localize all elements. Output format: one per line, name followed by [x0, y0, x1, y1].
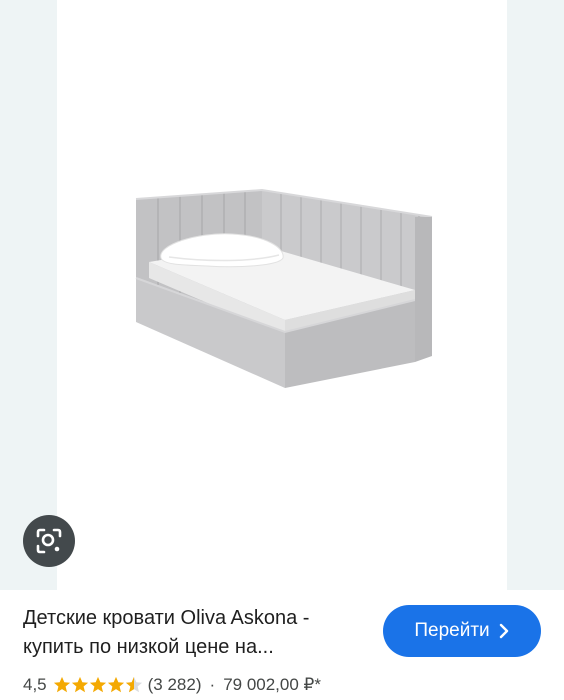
product-title[interactable]: Детские кровати Oliva Askona - купить по…: [23, 604, 368, 662]
lens-search-icon: [36, 528, 62, 554]
star-icon: [71, 676, 88, 693]
bed-illustration: [135, 188, 433, 388]
half-star-icon: [125, 676, 142, 693]
price: 79 002,00 ₽*: [223, 675, 321, 694]
star-rating: [53, 676, 143, 694]
star-icon: [53, 676, 70, 693]
image-preview-area: [0, 0, 564, 590]
go-button-label: Перейти: [414, 620, 490, 641]
lens-button[interactable]: [23, 515, 75, 567]
rating-value: 4,5: [23, 675, 47, 694]
chevron-right-icon: [499, 623, 508, 639]
separator-dot: ·: [209, 675, 216, 694]
product-image: [57, 0, 507, 590]
go-button[interactable]: Перейти: [383, 605, 541, 657]
rating-row: 4,5 (3 282) · 79 002,00 ₽*: [23, 672, 321, 698]
star-icon: [89, 676, 106, 693]
review-count: (3 282): [147, 675, 202, 694]
star-icon: [107, 676, 124, 693]
